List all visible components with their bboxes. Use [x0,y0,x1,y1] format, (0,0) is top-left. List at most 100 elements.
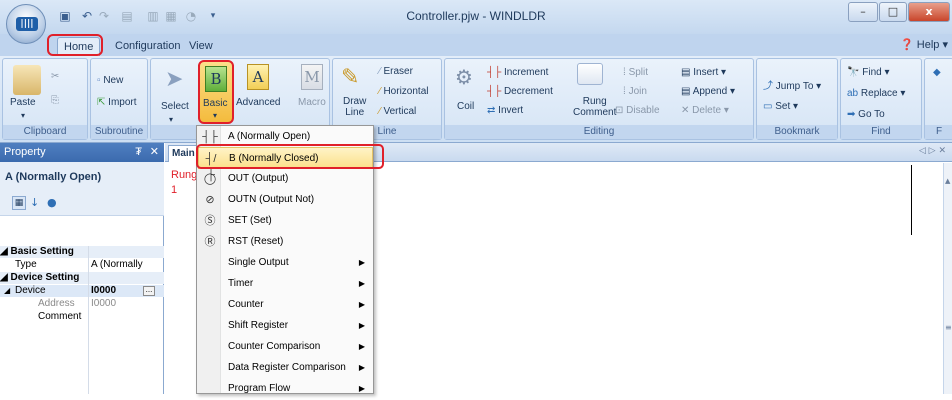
qat-customize-icon[interactable]: ▾ [206,9,220,23]
replace-label: Replace [860,88,898,99]
paste-button[interactable]: Paste [10,97,36,108]
menu-item-single-output[interactable]: Single Output ▶ [198,252,373,274]
menu-item-outn-output-not[interactable]: ⊘ OUTN (Output Not) [198,189,373,211]
upload-icon[interactable]: ▦ [164,9,178,23]
horizontal-line-icon: ⁄ [379,86,381,97]
menu-item-program-flow[interactable]: Program Flow ▶ [198,378,373,400]
section-device-setting[interactable]: ◢ Device Setting [0,272,164,284]
go-to-button[interactable]: ➡ Go To [847,109,885,120]
eraser-button[interactable]: ⁄ Eraser [379,66,413,77]
menu-item-shift-register[interactable]: Shift Register ▶ [198,315,373,337]
disable-button[interactable]: ⊡ Disable [615,105,660,116]
menu-item-counter-comparison[interactable]: Counter Comparison ▶ [198,336,373,358]
pin-icon[interactable]: ₮ [135,143,142,162]
macro-instruction-icon: M [301,64,323,90]
menu-item-data-register-comparison[interactable]: Data Register Comparison ▶ [198,357,373,379]
menu-item-set[interactable]: Ⓢ SET (Set) [198,210,373,232]
vertical-label: Vertical [383,106,417,117]
increment-icon: ┤├ [487,67,502,78]
set-coil-icon: Ⓢ [204,215,216,227]
vertical-scrollbar[interactable]: ▲ ≡ [943,163,952,394]
device-browse-button[interactable]: ... [143,286,155,296]
disable-label: Disable [626,105,660,116]
minimize-button[interactable]: – [848,2,878,22]
coil-button[interactable]: Coil [457,101,474,112]
decrement-button[interactable]: ┤├ Decrement [487,86,553,97]
download-icon[interactable]: ▥ [146,9,160,23]
section-basic-setting[interactable]: ◢ Basic Setting [0,246,164,258]
tab-view[interactable]: View [183,37,219,56]
select-button[interactable]: Select [161,101,189,112]
new-button[interactable]: ▫ New [97,75,123,86]
ribbon: Paste ▾ ✂ ⎘ Clipboard ▫ New ⇱ Import Sub… [0,56,952,143]
group-label-find: Find [841,125,921,139]
type-key: Type [15,259,37,270]
application-button[interactable]: |||| [6,4,46,44]
delete-button[interactable]: ✕ Delete ▾ [681,105,729,116]
split-icon: ⁞ [623,67,626,78]
decrement-icon: ┤├ [487,86,502,97]
insert-button[interactable]: ▤ Insert ▾ [681,67,726,78]
tab-configuration[interactable]: Configuration [109,37,186,56]
menu-item-counter[interactable]: Counter ▶ [198,294,373,316]
find-button[interactable]: 🔭 Find ▾ [847,67,890,78]
online-icon[interactable]: ◔ [184,9,198,23]
jump-to-label: Jump To [775,81,814,92]
advanced-button[interactable]: Advanced [236,97,280,108]
set-bookmark-label: Set [775,101,791,112]
help-button[interactable]: ❓ Help ▾ [900,38,948,51]
menu-item-label: Program Flow [228,383,291,394]
group-label-clipboard: Clipboard [3,125,87,139]
redo-icon[interactable]: ↷ [97,9,111,23]
help-label: Help [916,39,940,51]
partial-icon[interactable]: ◆ [933,67,941,78]
menu-item-label: Shift Register [228,320,289,331]
menu-item-timer[interactable]: Timer ▶ [198,273,373,295]
draw-line-icon: ✎ [341,65,360,90]
replace-button[interactable]: ab Replace ▾ [847,88,905,99]
basic-button[interactable]: B Basic ▾ [198,60,234,124]
draw-line-button[interactable]: Draw Line [343,96,366,118]
select-icon: ➤ [165,67,184,92]
group-bookmark: ⤴ Jump To ▾ ▭ Set ▾ Bookmark [756,58,838,140]
copy-icon[interactable]: ⎘ [51,95,59,106]
save-icon[interactable]: ▣ [58,9,72,23]
undo-icon[interactable]: ↶ [80,9,94,23]
categorized-icon[interactable]: ▦ [12,196,26,210]
import-button[interactable]: ⇱ Import [97,97,137,108]
close-button[interactable]: x [908,2,950,22]
editor-tab-nav[interactable]: ◁ ▷ ✕ [919,146,946,156]
horizontal-button[interactable]: ⁄ Horizontal [379,86,428,97]
title-bar: ▣ ↶ ↷ ▤ ▥ ▦ ◔ ▾ Controller.pjw - WINDLDR… [0,0,952,34]
cut-icon[interactable]: ✂ [51,71,59,82]
monitor-icon[interactable]: ▤ [120,9,134,23]
submenu-arrow-icon: ▶ [358,363,365,372]
increment-button[interactable]: ┤├ Increment [487,67,548,78]
property-pages-icon[interactable]: ● [47,196,57,209]
group-label-partial: F [925,125,952,139]
group-label-editing: Editing [445,125,753,139]
row-type[interactable]: Type A (Normally [0,259,164,271]
delete-icon: ✕ [681,105,690,116]
menu-item-rst[interactable]: Ⓡ RST (Reset) [198,231,373,253]
menu-item-label: OUT (Output) [228,173,289,184]
sort-alpha-icon[interactable]: ↓ [30,196,39,209]
row-address[interactable]: Address I0000 [0,298,164,310]
vertical-button[interactable]: ⁄ Vertical [379,106,416,117]
eraser-label: Eraser [383,66,413,77]
maximize-button[interactable]: □ [879,2,907,22]
rung-comment-button[interactable]: Rung Comment [573,96,616,118]
macro-button[interactable]: Macro [298,97,326,108]
invert-icon: ⇄ [487,105,496,116]
row-device[interactable]: ◢ Device I0000... [0,285,164,297]
join-button[interactable]: ⁞ Join [623,86,647,97]
set-bookmark-button[interactable]: ▭ Set ▾ [763,101,798,112]
row-comment[interactable]: Comment [0,311,164,323]
jump-to-button[interactable]: ⤴ Jump To ▾ [763,77,821,92]
panel-close-icon[interactable]: ✕ [150,143,159,162]
menu-item-out-output[interactable]: ◯ OUT (Output) [198,168,373,190]
split-button[interactable]: ⁞ Split [623,67,648,78]
append-button[interactable]: ▤ Append ▾ [681,86,735,97]
submenu-arrow-icon: ▶ [358,342,365,351]
invert-button[interactable]: ⇄ Invert [487,105,523,116]
